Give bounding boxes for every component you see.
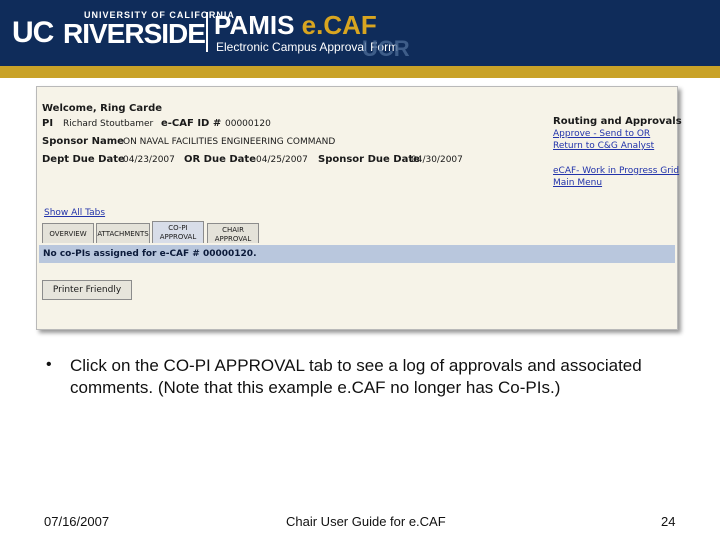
logo-uc: UC xyxy=(12,16,54,49)
or-due-label: OR Due Date xyxy=(184,154,256,165)
tab-chair-approval[interactable]: CHAIR APPROVAL xyxy=(207,223,259,243)
no-co-pi-message: No co-PIs assigned for e-CAF # 00000120. xyxy=(43,249,257,259)
tab-attachments[interactable]: ATTACHMENTS xyxy=(96,223,150,243)
dept-due-value: 04/23/2007 xyxy=(123,155,175,165)
pi-label: PI xyxy=(42,118,54,129)
sponsor-value: ON NAVAL FACILITIES ENGINEERING COMMAND xyxy=(123,137,336,147)
header-banner: UC UNIVERSITY OF CALIFORNIA RIVERSIDE PA… xyxy=(0,0,720,66)
welcome-text: Welcome, Ring Carde xyxy=(42,103,163,114)
footer-date: 07/16/2007 xyxy=(44,514,110,529)
sponsor-due-value: 04/30/2007 xyxy=(411,155,463,165)
show-all-tabs-link[interactable]: Show All Tabs xyxy=(44,208,105,218)
app-title-pamis: PAMIS xyxy=(214,10,295,40)
status-bar: No co-PIs assigned for e-CAF # 00000120. xyxy=(39,245,675,263)
main-menu-link[interactable]: Main Menu xyxy=(553,178,602,188)
page-number: 24 xyxy=(661,514,676,529)
logo-divider xyxy=(206,12,208,52)
dept-due-label: Dept Due Date xyxy=(42,154,125,165)
logo-riverside: RIVERSIDE xyxy=(63,18,206,49)
work-in-progress-link[interactable]: eCAF- Work in Progress Grid xyxy=(553,166,679,176)
tab-overview[interactable]: OVERVIEW xyxy=(42,223,94,243)
ecaf-id-label: e-CAF ID # xyxy=(161,118,222,129)
printer-friendly-button[interactable]: Printer Friendly xyxy=(42,280,132,300)
return-analyst-link[interactable]: Return to C&G Analyst xyxy=(553,141,654,151)
ecaf-id-value: 00000120 xyxy=(225,119,271,129)
banner-gold-stripe xyxy=(0,66,720,78)
ucr-watermark: UCR xyxy=(362,36,410,61)
sponsor-due-label: Sponsor Due Date xyxy=(318,154,420,165)
ecaf-screenshot: Welcome, Ring Carde PI Richard Stoutbame… xyxy=(36,86,682,330)
tab-co-pi-approval[interactable]: CO-PI APPROVAL xyxy=(152,221,204,243)
sponsor-label: Sponsor Name xyxy=(42,136,124,147)
footer-title: Chair User Guide for e.CAF xyxy=(286,514,446,529)
bullet-marker: • xyxy=(46,356,52,373)
pi-value: Richard Stoutbamer xyxy=(63,119,154,129)
approve-send-link[interactable]: Approve - Send to OR xyxy=(553,129,650,139)
instruction-text: Click on the CO-PI APPROVAL tab to see a… xyxy=(70,356,642,397)
app-title: PAMIS e.CAF xyxy=(214,10,377,41)
or-due-value: 04/25/2007 xyxy=(256,155,308,165)
routing-title: Routing and Approvals xyxy=(553,116,682,127)
